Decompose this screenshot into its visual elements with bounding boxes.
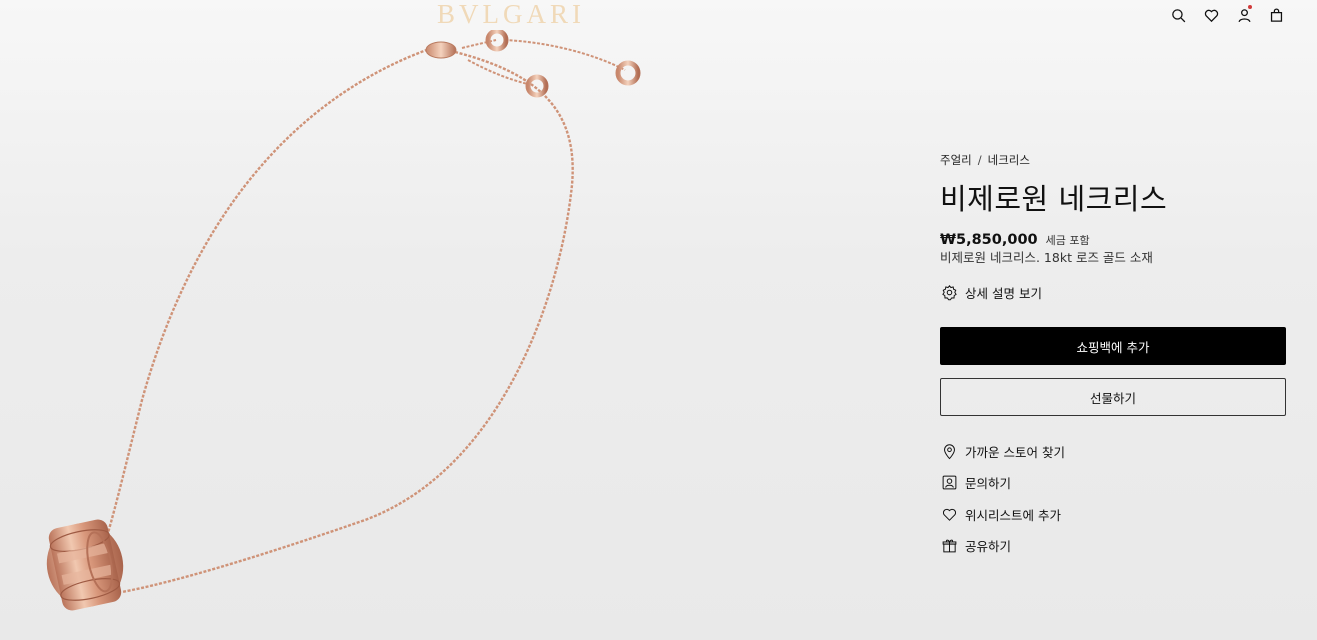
gift-button[interactable]: 선물하기: [940, 378, 1286, 416]
share-label: 공유하기: [965, 538, 1012, 554]
gift-share-icon: [940, 536, 958, 554]
search-icon[interactable]: [1167, 4, 1189, 26]
product-page: BVLGARI 주얼리 / 네크리스 비제로원 네크리스 ₩5,850,000 …: [0, 0, 1317, 640]
product-title: 비제로원 네크리스: [940, 182, 1168, 216]
product-subtitle: 비제로원 네크리스. 18kt 로즈 골드 소재: [940, 250, 1153, 265]
heart-outline-icon: [940, 505, 958, 523]
wishlist-link[interactable]: 위시리스트에 추가: [940, 504, 1061, 524]
details-link-label: 상세 설명 보기: [965, 285, 1042, 301]
breadcrumb: 주얼리 / 네크리스: [940, 152, 1030, 168]
price-row: ₩5,850,000 세금 포함: [940, 229, 1090, 248]
location-pin-icon: [940, 442, 958, 460]
add-to-bag-button[interactable]: 쇼핑백에 추가: [940, 327, 1286, 365]
breadcrumb-separator: /: [977, 153, 982, 167]
product-image: [46, 30, 641, 611]
shopping-bag-icon[interactable]: [1265, 4, 1287, 26]
account-icon[interactable]: [1233, 4, 1255, 26]
gear-icon: [940, 283, 958, 301]
share-link[interactable]: 공유하기: [940, 535, 1011, 555]
wishlist-label: 위시리스트에 추가: [965, 507, 1061, 523]
product-price: ₩5,850,000: [940, 232, 1038, 248]
breadcrumb-necklaces[interactable]: 네크리스: [988, 153, 1030, 167]
contact-person-icon: [940, 473, 958, 491]
heart-icon[interactable]: [1200, 4, 1222, 26]
notification-dot: [1248, 5, 1252, 9]
breadcrumb-jewelry[interactable]: 주얼리: [940, 153, 972, 167]
contact-link[interactable]: 문의하기: [940, 472, 1011, 492]
brand-logo[interactable]: BVLGARI: [437, 0, 637, 28]
tax-note: 세금 포함: [1045, 234, 1090, 247]
find-store-label: 가까운 스토어 찾기: [965, 444, 1065, 460]
details-link[interactable]: 상세 설명 보기: [940, 282, 1042, 302]
contact-label: 문의하기: [965, 475, 1012, 491]
find-store-link[interactable]: 가까운 스토어 찾기: [940, 441, 1065, 461]
